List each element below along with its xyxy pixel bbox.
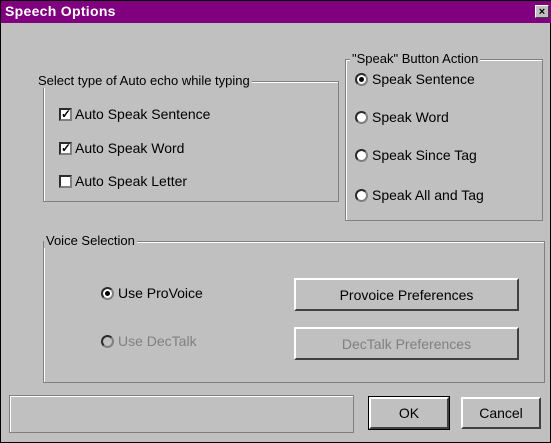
checkbox-label: Auto Speak Word — [75, 140, 185, 156]
title-bar: Speech Options × — [1, 1, 551, 23]
radio-icon — [355, 188, 368, 202]
speech-options-dialog: Speech Options × Select type of Auto ech… — [0, 0, 551, 443]
radio-icon — [355, 148, 368, 162]
auto-speak-word-checkbox[interactable]: ✓ Auto Speak Word — [59, 140, 184, 156]
autoecho-legend: Select type of Auto echo while typing — [36, 73, 252, 88]
auto-speak-sentence-checkbox[interactable]: ✓ Auto Speak Sentence — [59, 106, 210, 122]
checkbox-icon — [59, 174, 72, 188]
window-title: Speech Options — [5, 3, 116, 19]
speak-sentence-radio[interactable]: Speak Sentence — [355, 71, 475, 87]
speak-button-action-legend: "Speak" Button Action — [350, 51, 481, 66]
dectalk-preferences-button[interactable]: DecTalk Preferences — [294, 327, 519, 360]
radio-icon — [101, 286, 114, 300]
checkbox-icon: ✓ — [59, 140, 72, 155]
checkbox-icon: ✓ — [59, 106, 72, 121]
auto-speak-letter-checkbox[interactable]: Auto Speak Letter — [59, 173, 187, 189]
radio-label: Speak All and Tag — [372, 187, 484, 203]
status-area — [9, 395, 354, 433]
checkbox-label: Auto Speak Letter — [75, 173, 188, 189]
radio-label: Speak Sentence — [372, 71, 475, 87]
cancel-button[interactable]: Cancel — [461, 397, 541, 429]
radio-icon — [355, 72, 368, 86]
speak-since-tag-radio[interactable]: Speak Since Tag — [355, 147, 477, 163]
voice-selection-group: Voice Selection — [43, 233, 545, 383]
radio-icon — [355, 110, 368, 124]
radio-label: Speak Since Tag — [372, 147, 477, 163]
voice-selection-legend: Voice Selection — [44, 233, 137, 248]
radio-label: Use DecTalk — [118, 333, 197, 349]
ok-button[interactable]: OK — [368, 396, 450, 430]
use-provoice-radio[interactable]: Use ProVoice — [101, 285, 203, 301]
radio-label: Speak Word — [372, 109, 449, 125]
radio-icon — [101, 334, 114, 348]
checkbox-label: Auto Speak Sentence — [75, 106, 211, 122]
speak-word-radio[interactable]: Speak Word — [355, 109, 449, 125]
use-dectalk-radio[interactable]: Use DecTalk — [101, 333, 197, 349]
speak-all-and-tag-radio[interactable]: Speak All and Tag — [355, 187, 484, 203]
close-icon[interactable]: × — [535, 5, 549, 18]
provoice-preferences-button[interactable]: Provoice Preferences — [294, 278, 519, 311]
radio-label: Use ProVoice — [118, 285, 203, 301]
